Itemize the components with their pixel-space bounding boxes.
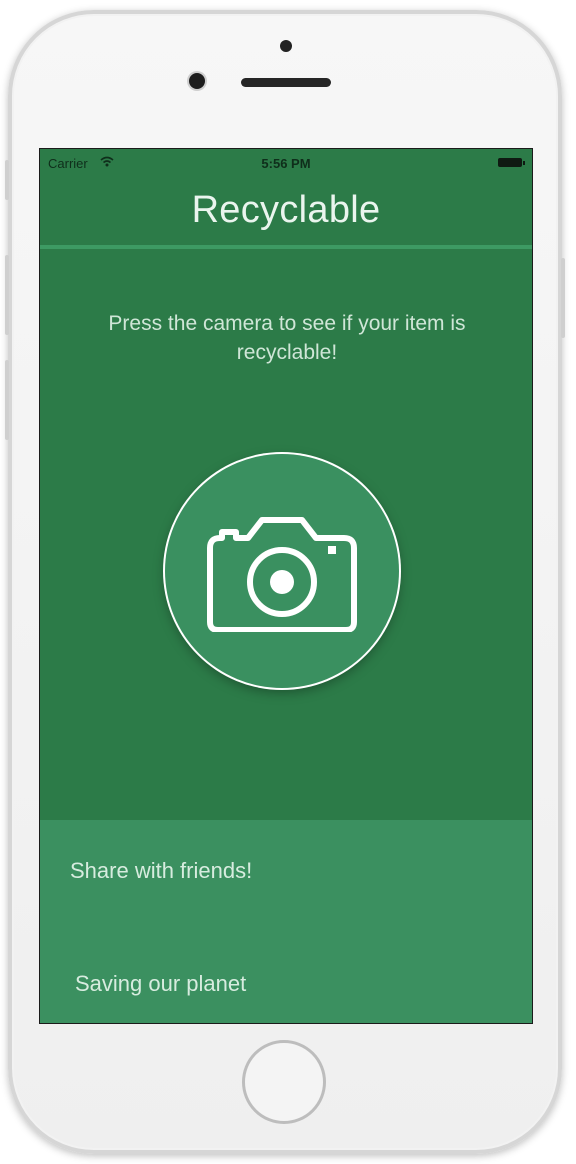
status-bar: Carrier 5:56 PM	[40, 149, 532, 175]
mute-switch	[5, 160, 9, 200]
camera-button[interactable]	[165, 454, 399, 688]
bottom-panel: Share with friends! Saving our planet	[40, 820, 532, 1023]
front-camera-icon	[189, 73, 205, 89]
page-title: Recyclable	[191, 188, 381, 231]
proximity-sensor	[280, 40, 292, 52]
app-screen: Carrier 5:56 PM Recyclable Press the cam…	[39, 148, 533, 1024]
instructions-text: Press the camera to see if your item is …	[108, 312, 466, 364]
share-link[interactable]: Share with friends!	[70, 858, 252, 884]
status-time: 5:56 PM	[261, 156, 311, 171]
tagline-text: Saving our planet	[75, 971, 247, 996]
earpiece-speaker	[241, 78, 331, 87]
power-button	[561, 258, 565, 338]
battery-icon	[498, 158, 525, 167]
volume-up-button	[5, 255, 9, 335]
navigation-bar: Recyclable	[40, 175, 532, 249]
volume-down-button	[5, 360, 9, 440]
home-button[interactable]	[242, 1040, 326, 1124]
camera-icon	[207, 517, 357, 632]
